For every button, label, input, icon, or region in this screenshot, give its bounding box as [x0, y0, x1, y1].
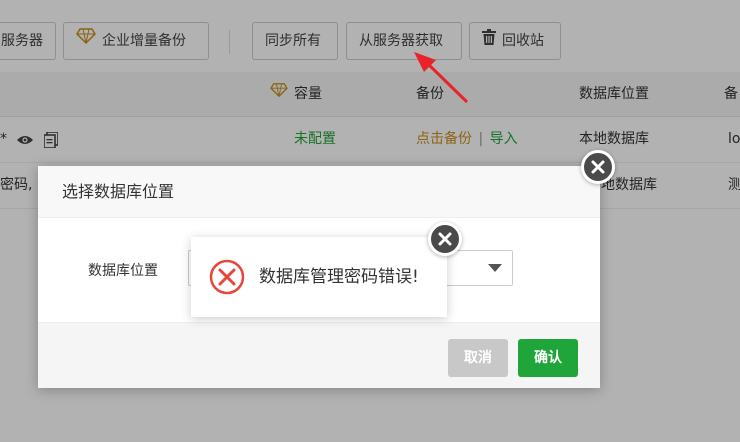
error-icon — [209, 259, 245, 295]
cancel-button[interactable]: 取消 — [448, 339, 508, 377]
confirm-button[interactable]: 确认 — [518, 339, 578, 377]
dialog-footer: 取消 确认 — [38, 322, 600, 388]
dialog-title: 选择数据库位置 — [38, 166, 600, 218]
error-message-popup: 数据库管理密码错误! — [191, 237, 447, 317]
chevron-down-icon — [488, 264, 502, 272]
dialog-close-button[interactable] — [581, 150, 615, 184]
close-icon — [438, 232, 452, 246]
close-icon — [591, 160, 605, 174]
message-close-button[interactable] — [428, 222, 462, 256]
error-message-text: 数据库管理密码错误! — [259, 267, 419, 287]
db-location-label: 数据库位置 — [88, 263, 158, 279]
page: 服务器 企业增量备份 同步所有 从服务器获取 回收站 容量 备份 数据库位置 备… — [0, 0, 740, 442]
